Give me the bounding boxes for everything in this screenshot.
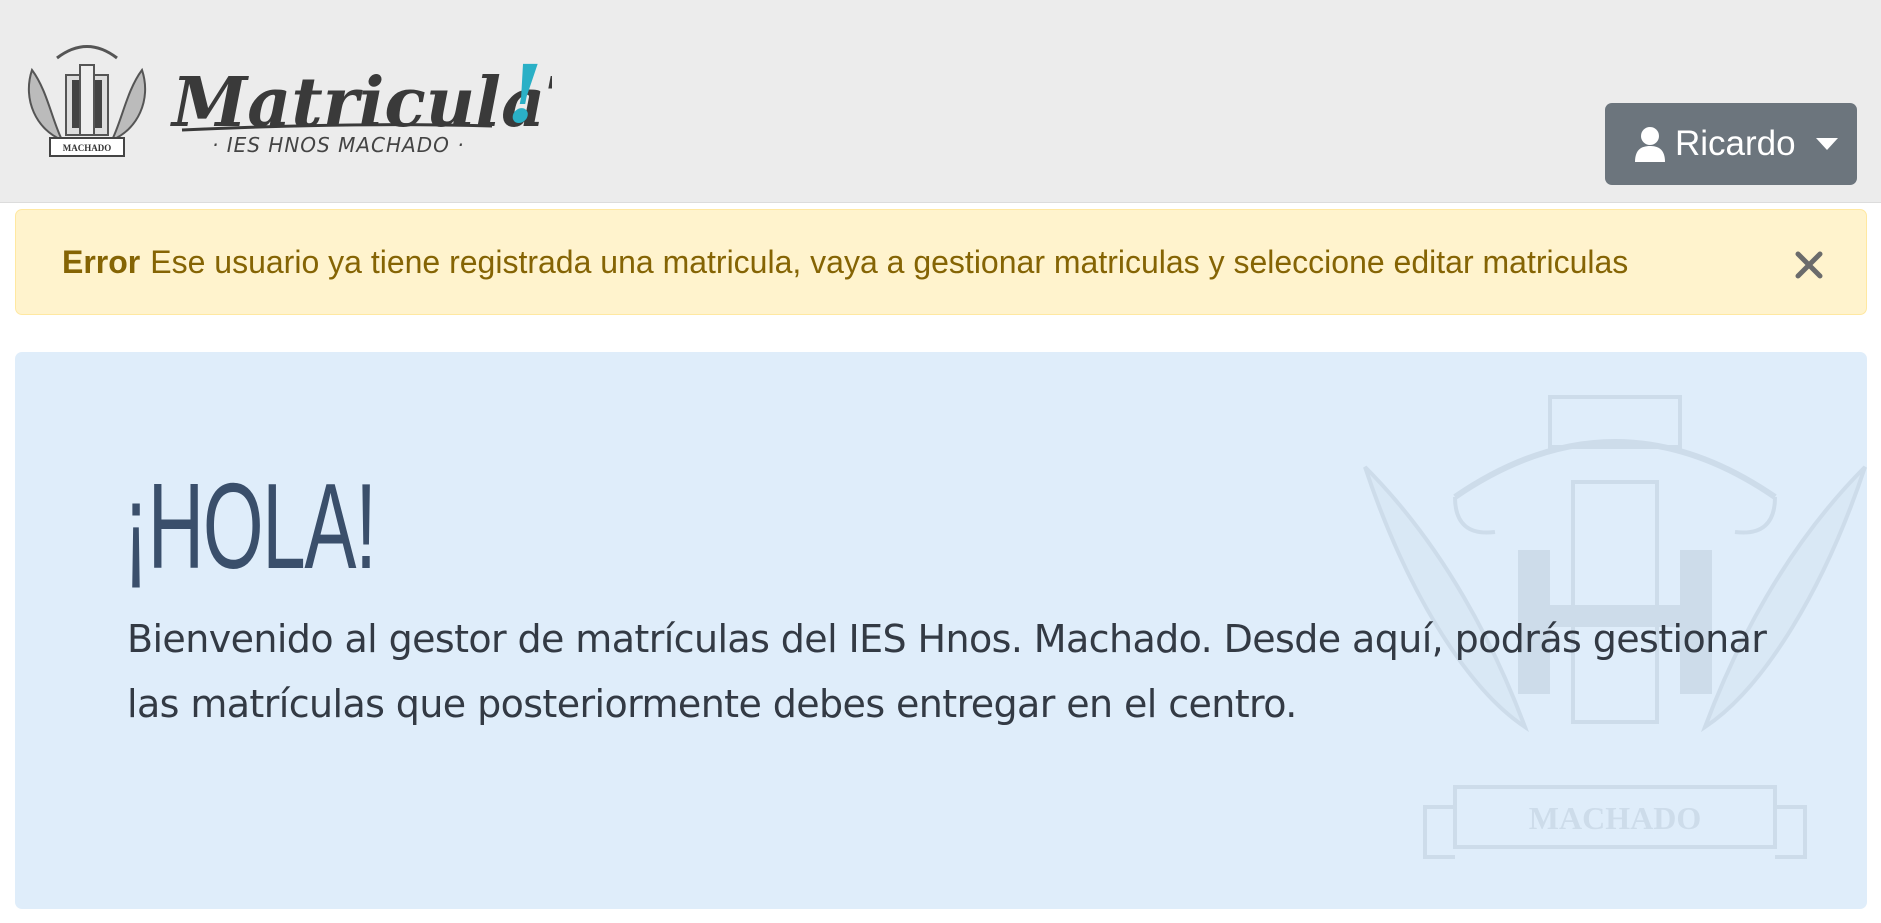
logo-brand-accent: ! [507, 47, 542, 141]
logo-brand-text: MatriculaT [170, 63, 552, 143]
svg-text:MACHADO: MACHADO [1529, 800, 1701, 836]
welcome-text: Bienvenido al gestor de matrículas del I… [127, 617, 1767, 726]
user-icon [1635, 127, 1665, 162]
user-menu-button[interactable]: Ricardo [1605, 103, 1857, 185]
logo-graphic: MACHADO MatriculaT ! · IES HNOS MACHADO … [27, 45, 552, 157]
svg-text:MACHADO: MACHADO [63, 143, 112, 153]
welcome-heading: ¡HOLA! [123, 458, 377, 594]
emblem-icon: MACHADO [27, 45, 147, 157]
navbar: MACHADO MatriculaT ! · IES HNOS MACHADO … [0, 0, 1881, 203]
welcome-panel: MACHADO ¡HOLA! Bienvenido al gestor de m… [15, 352, 1867, 909]
user-name: Ricardo [1675, 124, 1796, 163]
close-icon[interactable] [1794, 250, 1824, 280]
matriculat-logo[interactable]: MACHADO MatriculaT ! · IES HNOS MACHADO … [22, 30, 552, 170]
chevron-down-icon [1815, 138, 1838, 150]
logo-tagline: · IES HNOS MACHADO · [212, 133, 465, 157]
alert-message: Ese usuario ya tiene registrada una matr… [150, 243, 1629, 280]
error-alert: Error Ese usuario ya tiene registrada un… [15, 209, 1867, 315]
alert-title: Error [62, 243, 141, 280]
